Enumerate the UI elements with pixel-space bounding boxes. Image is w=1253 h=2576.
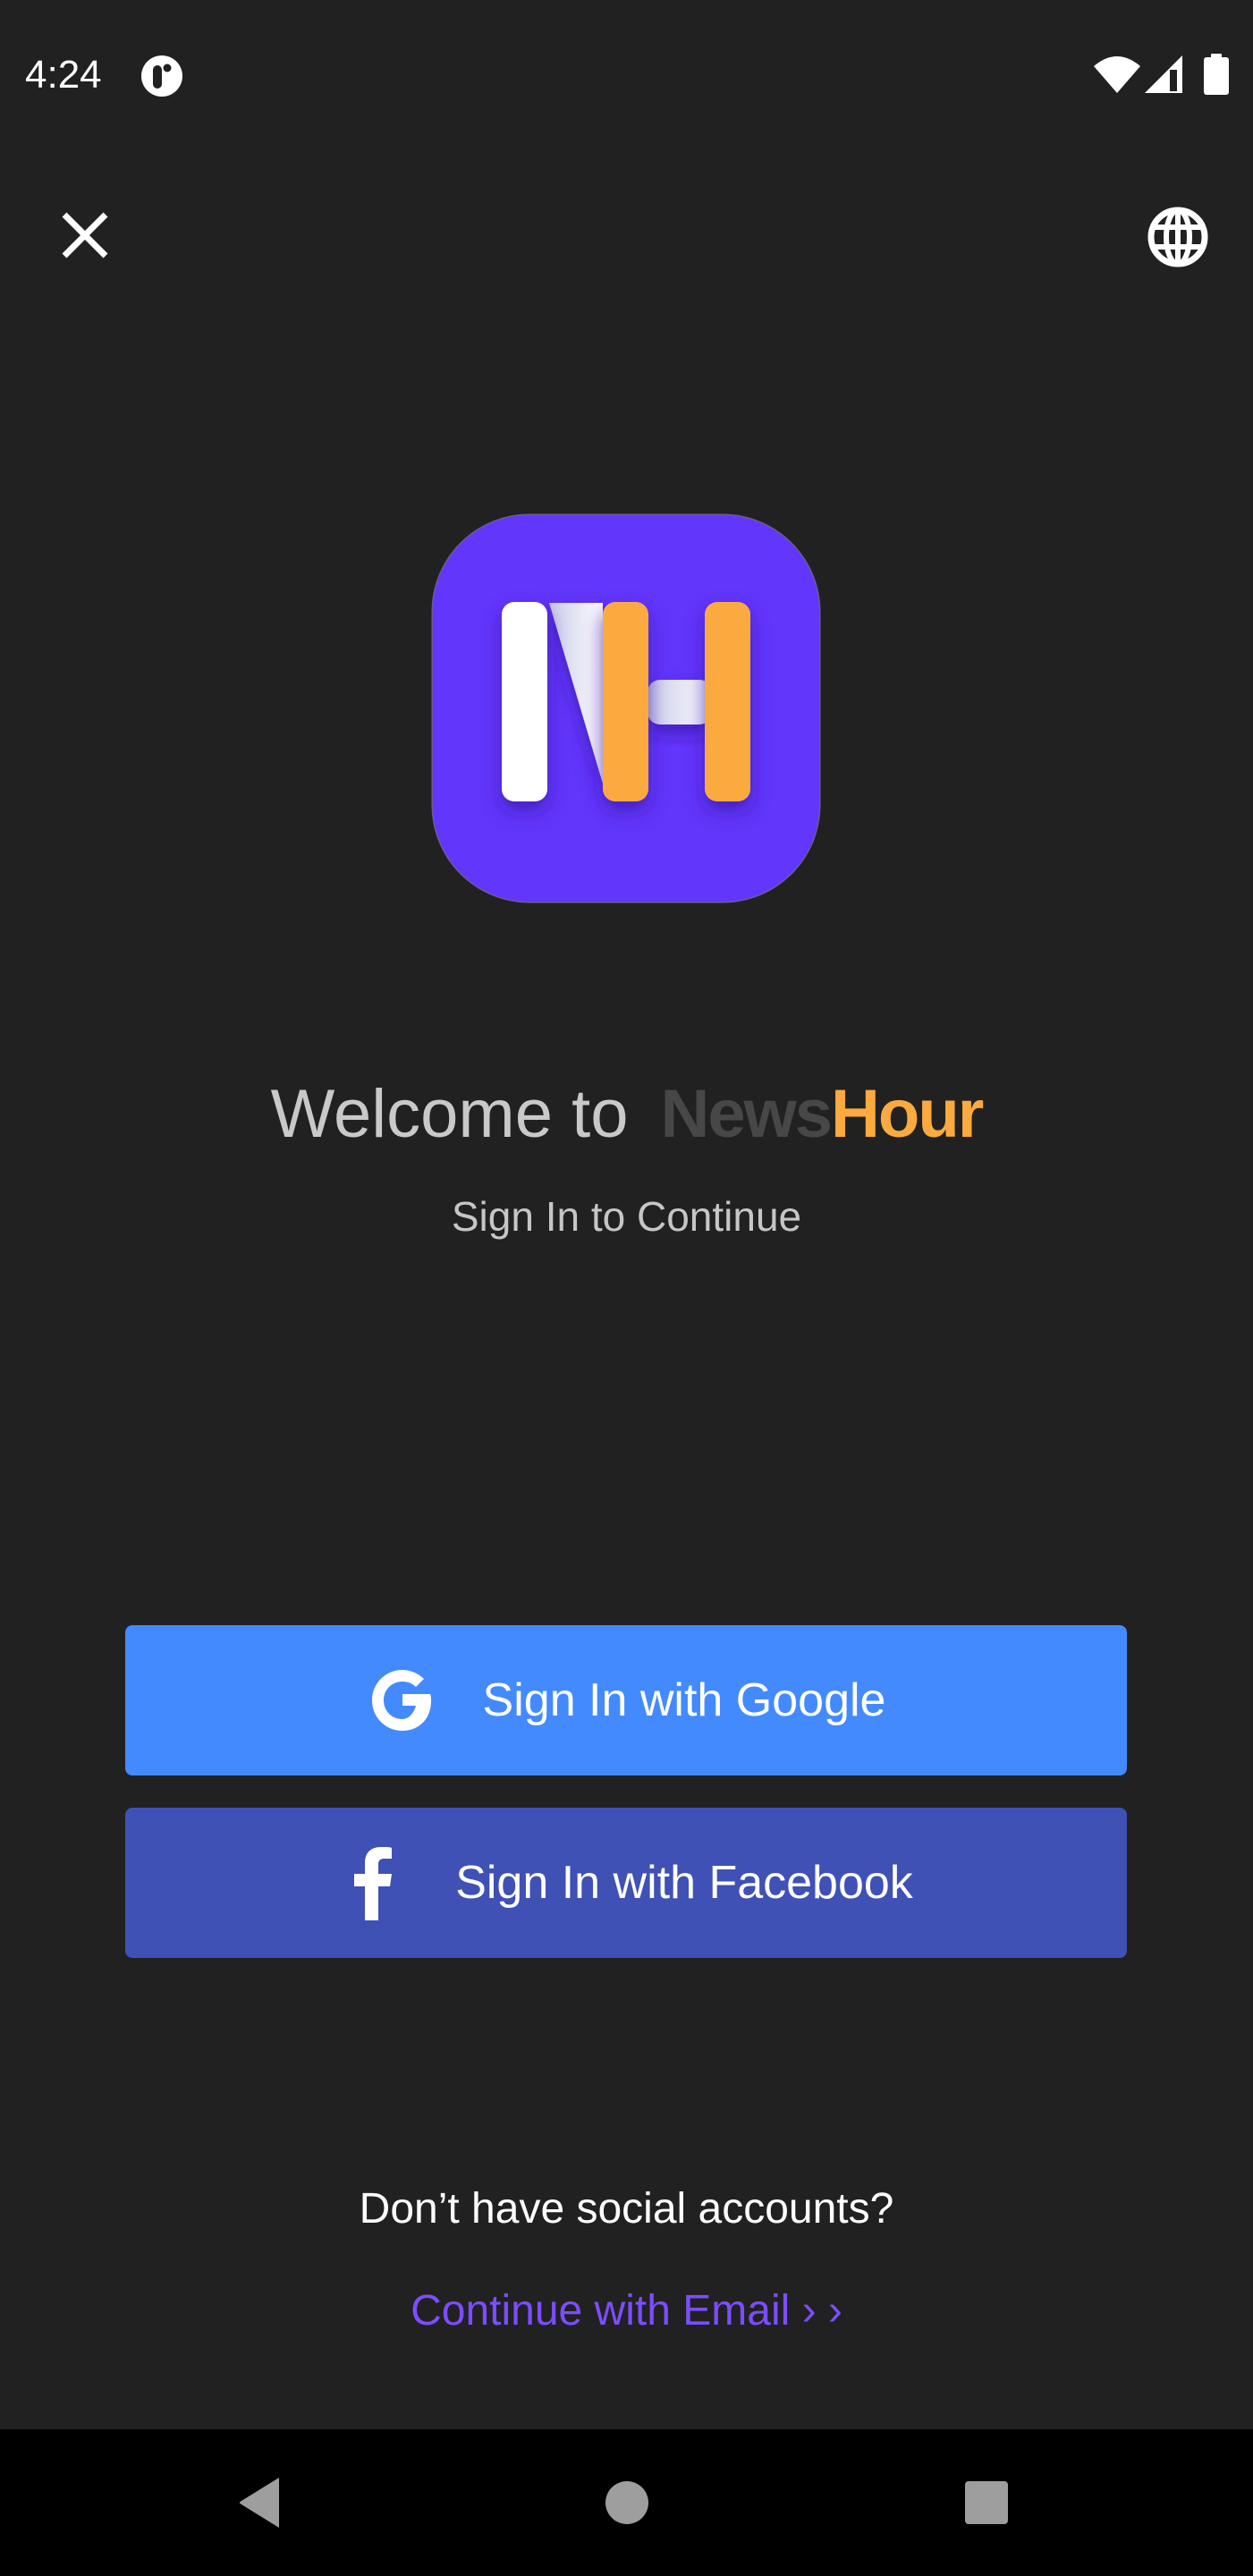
app-notification-icon (140, 55, 183, 97)
close-icon (62, 212, 108, 258)
home-circle-icon (605, 2481, 648, 2524)
google-sign-in-button[interactable]: Sign In with Google (125, 1625, 1127, 1775)
google-g-icon (367, 1660, 438, 1741)
facebook-sign-in-button[interactable]: Sign In with Facebook (125, 1808, 1127, 1958)
facebook-f-icon (339, 1843, 411, 1923)
nav-recents-button[interactable] (951, 2467, 1022, 2538)
status-time: 4:24 (25, 53, 102, 97)
subtitle: Sign In to Continue (451, 1193, 802, 1240)
brand-name-hour: Hour (831, 1076, 984, 1152)
app-logo (433, 515, 819, 902)
facebook-button-label: Sign In with Facebook (455, 1857, 913, 1909)
close-button[interactable] (54, 204, 116, 267)
no-social-accounts-text: Don’t have social accounts? (359, 2185, 894, 2233)
wifi-icon (1093, 54, 1141, 95)
nav-back-button[interactable] (225, 2467, 297, 2538)
navigation-bar (0, 2429, 1253, 2576)
battery-icon (1204, 54, 1229, 95)
language-button[interactable] (1145, 204, 1211, 270)
continue-with-email-link[interactable]: Continue with Email › › (0, 2283, 1253, 2340)
back-triangle-icon (240, 2478, 279, 2528)
welcome-text: Welcome to (270, 1076, 629, 1152)
newshour-logo-icon (502, 602, 750, 801)
google-button-label: Sign In with Google (482, 1674, 886, 1726)
nav-home-button[interactable] (591, 2467, 663, 2538)
cell-signal-icon (1143, 54, 1184, 95)
recents-square-icon (965, 2481, 1008, 2524)
welcome-heading: Welcome to NewsHour (0, 1070, 1253, 1159)
brand-name-news: News (660, 1076, 834, 1152)
globe-icon (1147, 207, 1208, 267)
